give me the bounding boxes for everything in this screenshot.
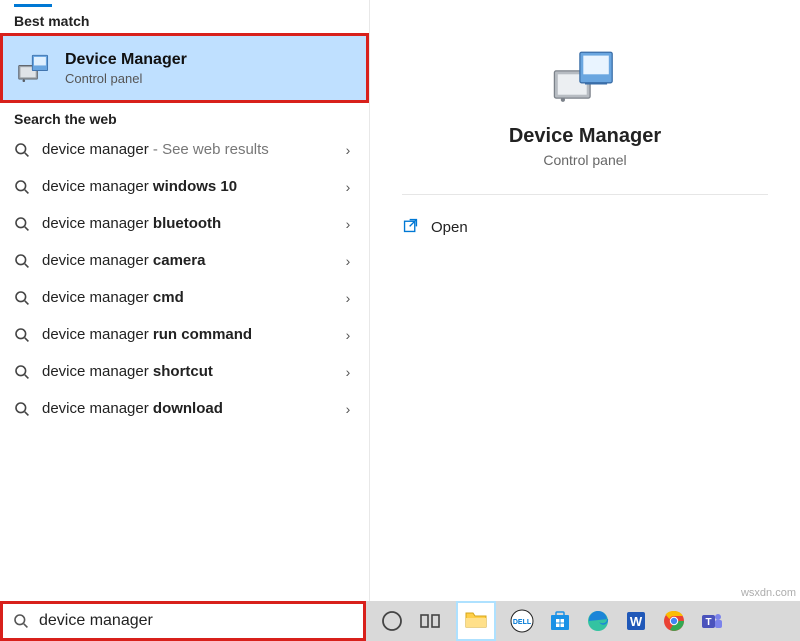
search-icon: [14, 290, 30, 306]
hero-title: Device Manager: [509, 125, 661, 148]
svg-text:W: W: [630, 614, 643, 629]
search-input[interactable]: [39, 612, 353, 630]
store-icon[interactable]: [548, 609, 572, 633]
chevron-right-icon: ›: [341, 401, 355, 417]
search-icon: [14, 364, 30, 380]
chrome-icon[interactable]: [662, 609, 686, 633]
best-match-text: Device Manager Control panel: [65, 51, 187, 86]
task-view-icon[interactable]: [418, 609, 442, 633]
divider: [402, 194, 768, 195]
watermark: wsxdn.com: [741, 587, 796, 599]
suggestion-item[interactable]: device manager cmd ›: [0, 279, 369, 316]
word-icon[interactable]: W: [624, 609, 648, 633]
dell-icon[interactable]: DELL: [510, 609, 534, 633]
chevron-right-icon: ›: [341, 142, 355, 158]
chevron-right-icon: ›: [341, 253, 355, 269]
suggestion-item[interactable]: device manager shortcut ›: [0, 353, 369, 390]
suggestion-label: device manager windows 10: [42, 178, 329, 195]
device-manager-icon: [17, 53, 51, 83]
suggestion-item[interactable]: device manager download ›: [0, 390, 369, 427]
best-match-subtitle: Control panel: [65, 71, 187, 86]
edge-icon[interactable]: [586, 609, 610, 633]
suggestion-label: device manager bluetooth: [42, 215, 329, 232]
hero-subtitle: Control panel: [543, 152, 626, 168]
search-icon: [14, 401, 30, 417]
cortana-icon[interactable]: [380, 609, 404, 633]
search-web-label: Search the web: [0, 103, 369, 131]
search-icon: [14, 142, 30, 158]
file-explorer-icon[interactable]: [456, 601, 496, 641]
suggestion-label: device manager - See web results: [42, 141, 329, 158]
suggestion-label: device manager shortcut: [42, 363, 329, 380]
taskbar-search[interactable]: [0, 601, 366, 641]
chevron-right-icon: ›: [341, 290, 355, 306]
chevron-right-icon: ›: [341, 216, 355, 232]
result-hero: Device Manager Control panel: [402, 46, 768, 168]
search-icon: [13, 613, 29, 629]
suggestion-label: device manager download: [42, 400, 329, 417]
suggestion-item[interactable]: device manager run command ›: [0, 316, 369, 353]
taskbar: DELL W T: [0, 601, 800, 641]
search-icon: [14, 216, 30, 232]
best-match-label: Best match: [0, 7, 369, 33]
svg-text:T: T: [705, 617, 711, 628]
teams-icon[interactable]: T: [700, 609, 724, 633]
suggestion-list: device manager - See web results›device …: [0, 131, 369, 427]
open-icon: [402, 217, 419, 238]
suggestion-item[interactable]: device manager camera ›: [0, 242, 369, 279]
chevron-right-icon: ›: [341, 327, 355, 343]
best-match-title: Device Manager: [65, 51, 187, 69]
device-manager-large-icon: [551, 46, 619, 111]
suggestion-label: device manager cmd: [42, 289, 329, 306]
search-icon: [14, 179, 30, 195]
svg-text:DELL: DELL: [513, 619, 532, 626]
suggestion-label: device manager camera: [42, 252, 329, 269]
open-label: Open: [431, 219, 468, 236]
search-icon: [14, 253, 30, 269]
chevron-right-icon: ›: [341, 179, 355, 195]
chevron-right-icon: ›: [341, 364, 355, 380]
suggestion-item[interactable]: device manager bluetooth ›: [0, 205, 369, 242]
best-match-result[interactable]: Device Manager Control panel: [0, 33, 369, 103]
suggestion-item[interactable]: device manager windows 10 ›: [0, 168, 369, 205]
suggestion-label: device manager run command: [42, 326, 329, 343]
open-action[interactable]: Open: [402, 213, 768, 242]
search-icon: [14, 327, 30, 343]
suggestion-item[interactable]: device manager - See web results ›: [0, 131, 369, 168]
